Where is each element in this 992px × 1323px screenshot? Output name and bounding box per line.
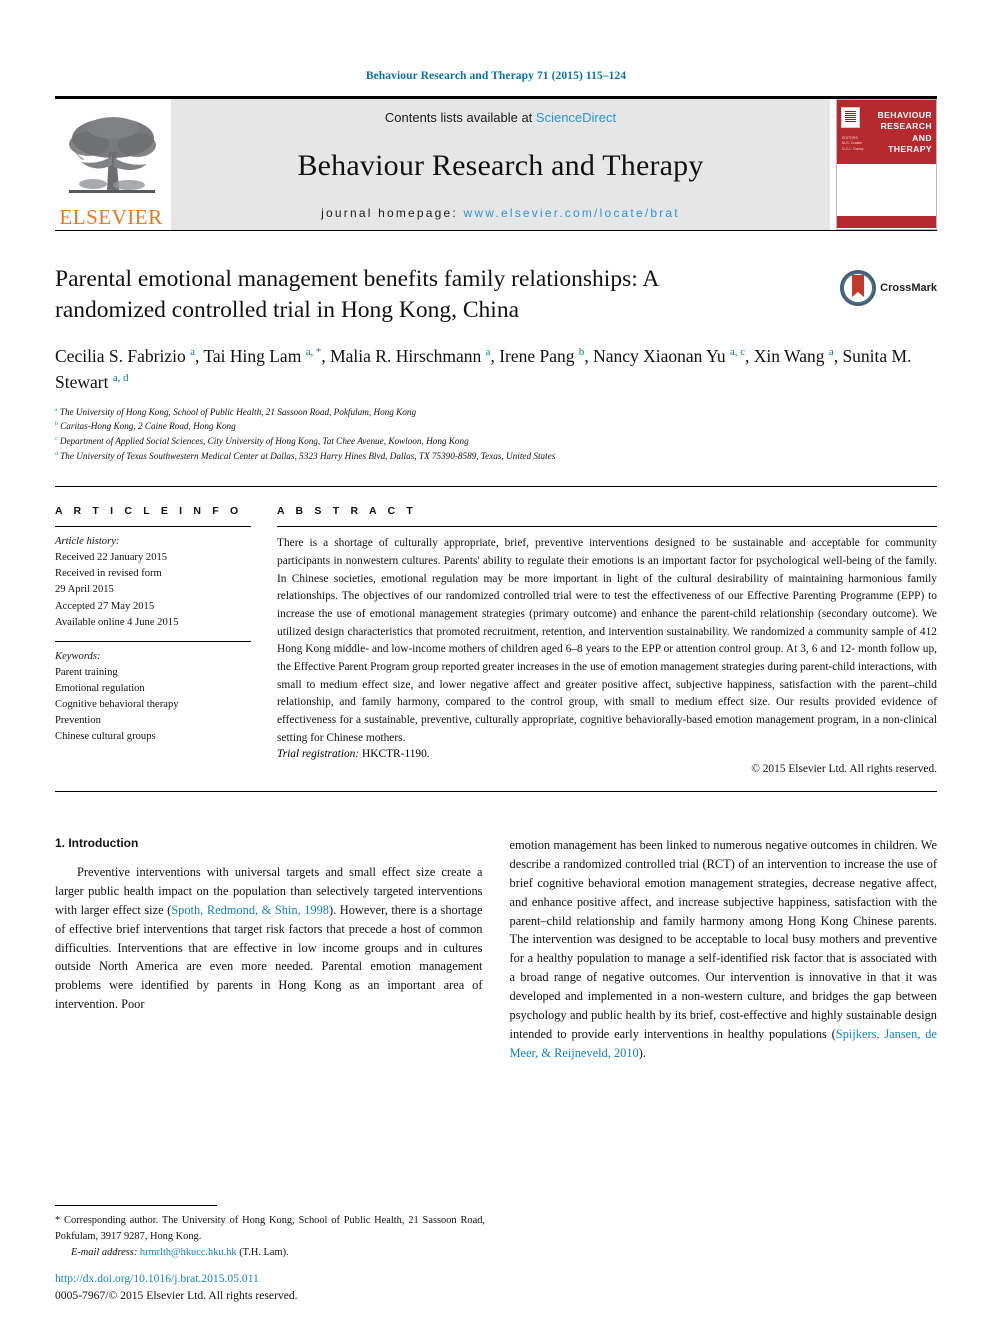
homepage-url-link[interactable]: www.elsevier.com/locate/brat [464, 206, 680, 220]
email-owner: (T.H. Lam). [239, 1247, 289, 1259]
trial-registration-value: HKCTR-1190. [362, 748, 430, 761]
intro-left-text-2: ). However, there is a shortage of effec… [55, 902, 483, 1012]
cover-editor-1: M.G. Craske [842, 141, 863, 146]
article-page: Behaviour Research and Therapy 71 (2015)… [0, 0, 992, 1323]
issn-copyright-line: 0005-7967/© 2015 Elsevier Ltd. All right… [55, 1289, 298, 1303]
article-info-heading: A R T I C L E I N F O [55, 505, 243, 518]
elsevier-wordmark: ELSEVIER [59, 205, 163, 229]
trial-registration: Trial registration: HKCTR-1190. [277, 748, 937, 760]
running-head: Behaviour Research and Therapy 71 (2015)… [365, 70, 627, 82]
affiliation-marker-d: d [55, 451, 58, 458]
cover-editors: EDITORS M.G. Craske G.C.L. Davey [842, 136, 864, 152]
article-history-label: Article history: [55, 536, 120, 548]
footnote-block: * Corresponding author. The University o… [55, 1205, 485, 1261]
cover-mini-logo-icon [841, 107, 860, 128]
cover-footer [837, 216, 936, 228]
elsevier-tree-icon [69, 117, 156, 193]
email-note: E-mail address: hrmrlth@hkucc.hku.hk (T.… [55, 1245, 485, 1261]
crossmark-label: CrossMark [880, 282, 937, 294]
section-heading-introduction: 1. Introduction [55, 836, 139, 851]
doi-link[interactable]: http://dx.doi.org/10.1016/j.brat.2015.05… [55, 1271, 485, 1288]
history-line-5: Available online 4 June 2015 [55, 616, 179, 628]
cover-body [837, 164, 936, 216]
history-line-2: Received in revised form [55, 568, 162, 580]
abstract-heading: A B S T R A C T [277, 505, 417, 518]
page-title: Parental emotional management benefits f… [55, 266, 659, 324]
journal-cover-thumbnail: BEHAVIOUR RESEARCH AND THERAPY EDITORS M… [836, 99, 937, 230]
crossmark-icon [840, 270, 877, 306]
abstract-column: A B S T R A C T There is a shortage of c… [277, 505, 937, 775]
article-info-column: A R T I C L E I N F O Article history: R… [55, 505, 277, 775]
abstract-body: There is a shortage of culturally approp… [277, 537, 937, 744]
keyword-1: Parent training [55, 666, 118, 678]
intro-right-text-1: emotion management has been linked to nu… [509, 838, 938, 1041]
title-block: Parental emotional management benefits f… [55, 231, 937, 326]
intro-paragraph-right: emotion management has been linked to nu… [510, 836, 938, 1062]
affiliation-marker-a: a [55, 406, 58, 413]
article-history-block: Article history: Received 22 January 201… [55, 534, 251, 631]
affiliation-text-d: The University of Texas Southwestern Med… [60, 451, 556, 462]
email-address-label: E-mail address: [71, 1247, 138, 1259]
cover-title-line-2: RESEARCH AND [880, 121, 932, 143]
email-address-link[interactable]: hrmrlth@hkucc.hku.hk [140, 1247, 237, 1258]
crossmark-badge[interactable]: CrossMark [819, 264, 937, 326]
journal-band: Contents lists available at ScienceDirec… [171, 99, 830, 230]
body-column-left: 1. Introduction Preventive interventions… [55, 836, 483, 1062]
article-info-rule-top [55, 526, 251, 528]
sciencedirect-link[interactable]: ScienceDirect [536, 110, 616, 125]
homepage-prefix: journal homepage: [321, 206, 464, 220]
affiliation-text-b: Caritas-Hong Kong, 2 Caine Road, Hong Ko… [60, 421, 236, 432]
contents-prefix: Contents lists available at [384, 110, 536, 125]
abstract-rule [277, 526, 937, 528]
affiliation-marker-b: b [55, 421, 58, 428]
cover-title-line-1: BEHAVIOUR [877, 109, 932, 120]
affiliation-marker-c: c [55, 436, 58, 443]
affiliation-a: a The University of Hong Kong, School of… [55, 405, 937, 420]
intro-paragraph-left: Preventive interventions with universal … [55, 863, 483, 1014]
keyword-5: Chinese cultural groups [55, 731, 156, 743]
citation-spoth-1998[interactable]: Spoth, Redmond, & Shin, 1998 [171, 903, 329, 917]
keyword-2: Emotional regulation [55, 682, 145, 694]
journal-title: Behaviour Research and Therapy [297, 148, 704, 182]
journal-homepage-line: journal homepage: www.elsevier.com/locat… [321, 206, 680, 220]
author-list: Cecilia S. Fabrizio a, Tai Hing Lam a, *… [55, 346, 912, 393]
intro-right-text-2: ). [638, 1045, 646, 1060]
affiliation-text-c: Department of Applied Social Sciences, C… [59, 436, 469, 447]
cover-header: BEHAVIOUR RESEARCH AND THERAPY EDITORS M… [837, 100, 936, 164]
elsevier-logo: ELSEVIER [55, 99, 167, 230]
doi-block: http://dx.doi.org/10.1016/j.brat.2015.05… [55, 1271, 485, 1305]
affiliation-text-a: The University of Hong Kong, School of P… [59, 406, 417, 417]
keywords-label: Keywords: [55, 650, 101, 662]
journal-masthead: ELSEVIER Contents lists available at Sci… [55, 96, 937, 230]
keyword-4: Prevention [55, 715, 101, 727]
history-line-4: Accepted 27 May 2015 [55, 600, 155, 612]
cover-title: BEHAVIOUR RESEARCH AND THERAPY [864, 110, 932, 155]
body-column-right: emotion management has been linked to nu… [510, 836, 938, 1062]
contents-lists-line: Contents lists available at ScienceDirec… [385, 110, 616, 125]
affiliation-c: c Department of Applied Social Sciences,… [55, 434, 937, 449]
body-columns: 1. Introduction Preventive interventions… [55, 836, 937, 1062]
history-line-3: 29 April 2015 [55, 584, 114, 596]
affiliation-b: b Caritas-Hong Kong, 2 Caine Road, Hong … [55, 419, 937, 434]
abstract-copyright: © 2015 Elsevier Ltd. All rights reserved… [751, 763, 937, 776]
abstract-section: A R T I C L E I N F O Article history: R… [55, 487, 937, 775]
affiliation-d: d The University of Texas Southwestern M… [55, 449, 937, 464]
abstract-bottom-divider [55, 791, 937, 793]
keyword-3: Cognitive behavioral therapy [55, 699, 179, 710]
trial-registration-label: Trial registration: [277, 748, 360, 761]
cover-editor-2: G.C.L. Davey [842, 146, 864, 151]
footnote-rule [55, 1205, 217, 1207]
history-line-1: Received 22 January 2015 [55, 552, 168, 564]
cover-title-line-3: THERAPY [888, 143, 932, 154]
affiliation-list: a The University of Hong Kong, School of… [55, 405, 937, 465]
article-info-rule-mid [55, 640, 251, 642]
corresponding-author-note: * Corresponding author. The University o… [55, 1215, 485, 1242]
keywords-block: Keywords: Parent training Emotional regu… [55, 649, 251, 746]
